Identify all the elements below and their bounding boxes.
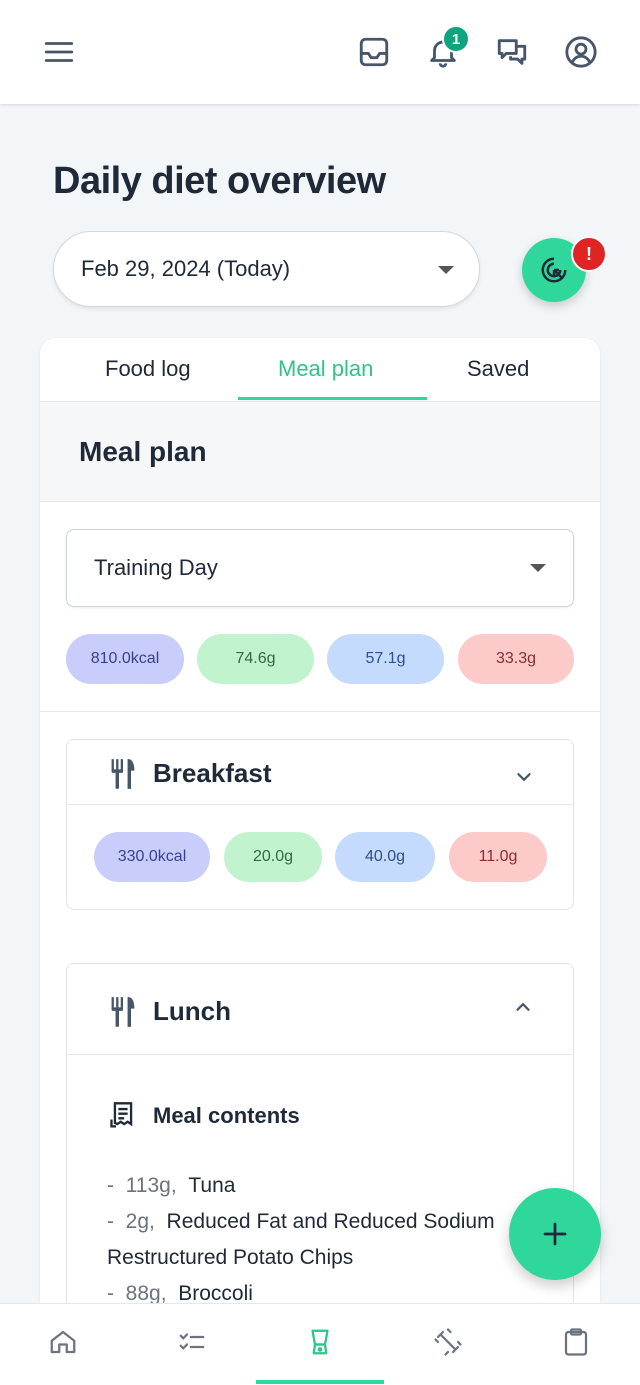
caret-down-icon	[530, 564, 546, 572]
tab-meal-plan[interactable]: Meal plan	[278, 356, 373, 382]
nav-checklist[interactable]	[172, 1322, 212, 1362]
breakfast-title: Breakfast	[153, 758, 272, 788]
meal-plan-title: Meal plan	[79, 436, 207, 467]
home-icon	[50, 1330, 76, 1354]
meal-plan-header: Meal plan	[40, 402, 600, 502]
receipt-icon	[110, 1102, 133, 1128]
plan-carbs-pill: 57.1g	[327, 634, 444, 684]
user-icon[interactable]	[561, 32, 601, 72]
blender-icon	[311, 1329, 329, 1355]
date-select[interactable]: Feb 29, 2024 (Today)	[53, 231, 480, 307]
caret-down-icon	[438, 266, 454, 274]
food-qty: 88g,	[125, 1282, 167, 1305]
food-qty: 2g,	[125, 1210, 155, 1233]
menu-icon[interactable]	[39, 32, 79, 72]
nav-workouts[interactable]	[428, 1322, 468, 1362]
notification-count-badge: 1	[442, 25, 470, 53]
plan-select[interactable]: Training Day	[66, 529, 574, 607]
page-title: Daily diet overview	[53, 160, 386, 202]
tab-saved[interactable]: Saved	[467, 356, 529, 382]
plan-protein-pill: 74.6g	[197, 634, 314, 684]
plan-fat-pill: 33.3g	[458, 634, 574, 684]
breakfast-card: Breakfast 330.0kcal 20.0g 40.0g 11.0g	[66, 739, 574, 910]
food-name: Broccoli	[178, 1282, 253, 1305]
chevron-up-icon[interactable]	[512, 996, 534, 1018]
divider	[67, 804, 572, 805]
clipboard-icon	[564, 1328, 588, 1356]
diet-card: Food log Meal plan Saved Meal plan Train…	[40, 338, 600, 1308]
food-qty: 113g,	[125, 1174, 177, 1197]
meal-contents-title: Meal contents	[153, 1103, 300, 1128]
tab-bar: Food log Meal plan Saved	[40, 338, 600, 402]
divider	[67, 1054, 572, 1055]
plan-select-value: Training Day	[94, 555, 218, 580]
target-cursor-icon	[541, 257, 567, 283]
food-name: Restructured Potato Chips	[107, 1246, 354, 1269]
breakfast-protein-pill: 20.0g	[224, 832, 322, 882]
divider	[40, 711, 600, 712]
fork-knife-icon	[111, 759, 135, 789]
breakfast-kcal-pill: 330.0kcal	[94, 832, 210, 882]
lunch-card: Lunch Meal contents - 113g, Tuna - 2g, R…	[66, 963, 574, 1308]
food-item: - 2g, Reduced Fat and Reduced Sodium	[107, 1210, 495, 1233]
breakfast-carbs-pill: 40.0g	[335, 832, 435, 882]
nav-clipboard[interactable]	[556, 1322, 596, 1362]
nav-meals[interactable]	[300, 1322, 340, 1362]
add-button[interactable]	[509, 1188, 601, 1280]
food-item-continued: Restructured Potato Chips	[107, 1246, 353, 1270]
nav-home[interactable]	[43, 1322, 83, 1362]
breakfast-fat-pill: 11.0g	[449, 832, 547, 882]
top-app-bar: 1	[0, 0, 640, 104]
alert-badge: !	[571, 236, 607, 272]
chat-icon[interactable]	[492, 32, 532, 72]
checklist-icon	[179, 1333, 205, 1350]
tab-food-log[interactable]: Food log	[105, 356, 191, 382]
chevron-down-icon[interactable]	[513, 766, 535, 788]
plan-kcal-pill: 810.0kcal	[66, 634, 184, 684]
food-item: - 113g, Tuna	[107, 1174, 236, 1197]
plus-icon	[543, 1222, 567, 1246]
lunch-title: Lunch	[153, 996, 231, 1026]
active-nav-indicator	[256, 1380, 384, 1384]
food-name: Reduced Fat and Reduced Sodium	[166, 1210, 495, 1233]
food-name: Tuna	[188, 1174, 236, 1197]
bottom-navigation	[0, 1303, 640, 1385]
inbox-icon[interactable]	[354, 32, 394, 72]
fork-knife-icon	[111, 997, 135, 1027]
dumbbell-icon	[434, 1328, 462, 1356]
active-tab-indicator	[238, 397, 427, 400]
date-select-value: Feb 29, 2024 (Today)	[81, 256, 291, 281]
